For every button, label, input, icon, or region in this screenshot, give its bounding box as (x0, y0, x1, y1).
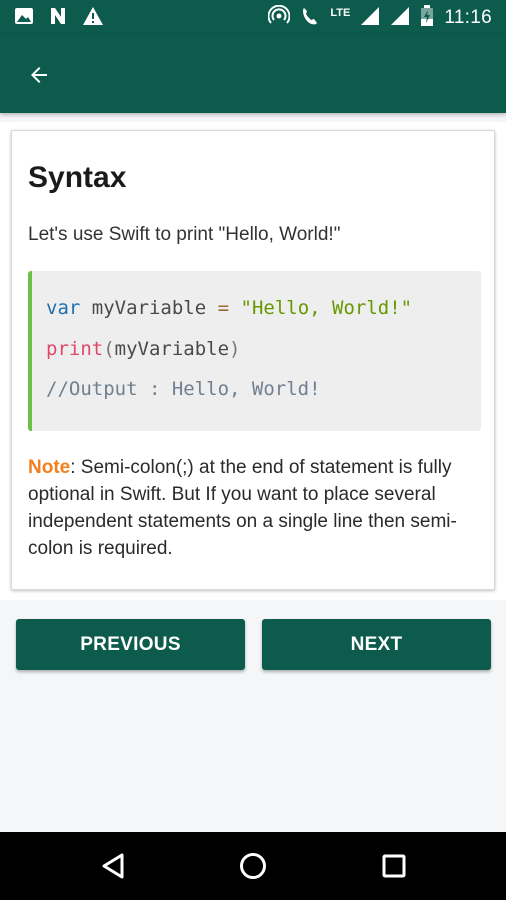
note-text: : Semi-colon(;) at the end of statement … (28, 457, 457, 559)
network-type-label: LTE (330, 7, 351, 19)
app-bar (0, 34, 506, 113)
recents-square-icon (382, 854, 406, 878)
status-bar: LTE 11:16 (0, 0, 506, 34)
code-identifier: myVariable (114, 338, 230, 360)
home-circle-icon (240, 853, 266, 879)
back-triangle-icon (102, 853, 124, 879)
code-function: print (46, 338, 104, 360)
code-identifier: myVariable (80, 297, 207, 319)
image-icon (14, 6, 34, 30)
code-operator: = (206, 297, 241, 319)
hotspot-icon (267, 4, 291, 31)
signal-icon (390, 6, 410, 30)
code-line: var myVariable = "Hello, World!" (46, 297, 412, 319)
previous-button[interactable]: PREVIOUS (16, 619, 245, 670)
note-label: Note (28, 457, 71, 478)
code-paren: ( (103, 338, 115, 360)
nav-recents-button[interactable] (378, 850, 410, 882)
signal-icon (360, 6, 380, 30)
code-keyword: var (46, 297, 81, 319)
content-area: Syntax Let's use Swift to print "Hello, … (0, 122, 506, 600)
note-paragraph: Note: Semi-colon(;) at the end of statem… (28, 454, 483, 562)
arrow-back-icon (31, 67, 47, 83)
code-block: var myVariable = "Hello, World!" print(m… (28, 271, 481, 431)
navigation-bar (0, 832, 506, 900)
nav-back-button[interactable] (97, 850, 129, 882)
code-paren: ) (229, 338, 241, 360)
battery-icon (420, 5, 434, 31)
nav-home-button[interactable] (237, 850, 269, 882)
next-button[interactable]: NEXT (262, 619, 491, 670)
code-string: "Hello, World!" (240, 297, 413, 319)
wifi-call-icon (300, 5, 320, 31)
code-line: print(myVariable) (46, 338, 241, 360)
n-icon (48, 6, 68, 30)
back-button[interactable] (20, 56, 58, 94)
intro-text: Let's use Swift to print "Hello, World!" (28, 224, 341, 245)
clock-time: 11:16 (444, 7, 492, 28)
page-title: Syntax (28, 161, 127, 194)
warning-icon (82, 6, 104, 30)
code-comment: //Output : Hello, World! (46, 378, 321, 400)
lesson-card: Syntax Let's use Swift to print "Hello, … (11, 130, 495, 590)
code-line: //Output : Hello, World! (46, 378, 321, 400)
